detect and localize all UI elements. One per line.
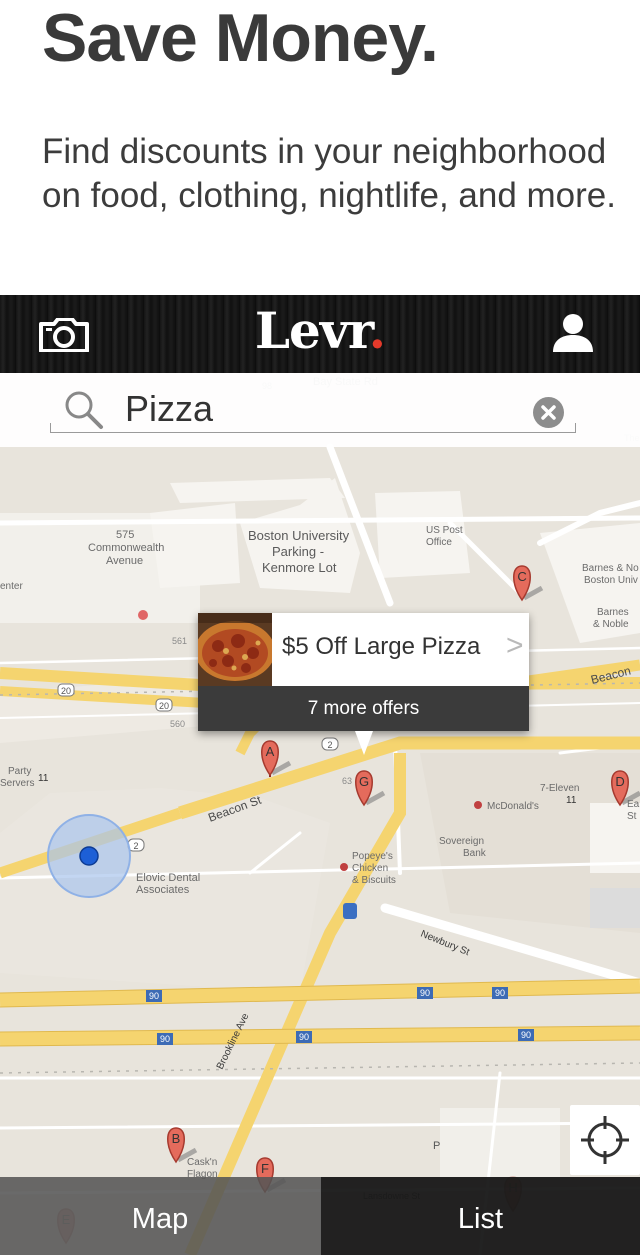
offer-popup[interactable]: $5 Off Large Pizza > 7 more offers [198,613,529,731]
crosshair-icon [581,1116,629,1164]
marker-c[interactable]: C [513,565,544,602]
marker-g-label: G [359,774,369,789]
map-markers: A B C D E F G [57,565,640,1245]
tab-bar: Map List [0,1177,640,1255]
search-underline [50,432,576,433]
map-view[interactable]: Bay State Rd 98 575 Commonwealth Avenue … [0,373,640,1255]
marker-d[interactable]: D [611,770,640,807]
app-header: Levr. [0,295,640,373]
search-icon[interactable] [64,390,104,435]
logo-text: Levr [254,301,370,360]
offer-card[interactable]: $5 Off Large Pizza > [198,613,529,686]
user-icon[interactable] [552,313,594,358]
marker-a[interactable]: A [261,740,292,777]
locate-me-button[interactable] [570,1105,640,1175]
search-bar [0,373,640,447]
popup-pointer [355,731,373,755]
clear-icon[interactable] [533,397,564,428]
tab-map[interactable]: Map [0,1177,320,1255]
marker-b[interactable]: B [167,1127,198,1164]
chevron-right-icon[interactable]: > [506,629,524,663]
search-underline-right [575,423,576,433]
logo-dot: . [368,301,386,360]
marker-c-label: C [517,569,526,584]
marker-a-label: A [266,744,275,759]
headline: Save Money. [42,0,439,76]
marker-g[interactable]: G [355,770,386,807]
marker-f-label: F [261,1161,269,1176]
marker-b-label: B [172,1131,181,1146]
search-underline-left [50,423,51,433]
marker-d-label: D [615,774,624,789]
pizza-thumbnail [198,613,272,686]
tab-list[interactable]: List [321,1177,640,1255]
subheadline: Find discounts in your neighborhood on f… [42,132,616,215]
offer-title: $5 Off Large Pizza [282,633,481,660]
search-input[interactable] [125,387,525,431]
more-offers-button[interactable]: 7 more offers [198,686,529,731]
app-logo: Levr. [0,301,640,360]
